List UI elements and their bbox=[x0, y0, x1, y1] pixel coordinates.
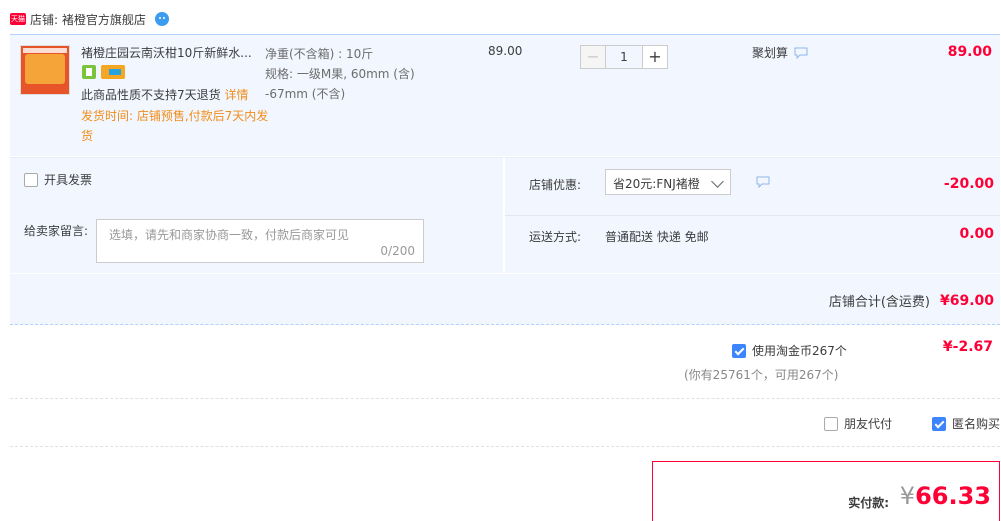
shipping-fee: 0.00 bbox=[959, 226, 994, 242]
sku-info: 净重(不含箱) : 10斤 规格: 一级M果, 60mm (含) -67mm (… bbox=[265, 47, 415, 101]
increase-quantity-button[interactable]: + bbox=[642, 45, 668, 69]
message-icon[interactable] bbox=[756, 176, 770, 188]
invoice-option[interactable]: 开具发票 bbox=[24, 171, 92, 188]
chevron-down-icon bbox=[711, 175, 724, 188]
divider bbox=[505, 215, 1000, 216]
tmall-badge: 天猫 bbox=[10, 13, 26, 25]
product-title[interactable]: 褚橙庄园云南沃柑10斤新鲜水... bbox=[81, 44, 261, 61]
shop-total-amount: ¥69.00 bbox=[939, 292, 994, 309]
return-policy-note: 此商品性质不支持7天退货 详情 bbox=[81, 88, 249, 102]
divider bbox=[10, 446, 1000, 447]
invoice-checkbox[interactable] bbox=[24, 172, 38, 187]
order-options-right: 店铺优惠: 省20元:FNJ褚橙 -20.00 运送方式: 普通配送 快递 免邮… bbox=[505, 157, 1000, 273]
memo-label: 给卖家留言: bbox=[24, 224, 89, 238]
details-link[interactable]: 详情 bbox=[224, 88, 248, 102]
coins-checkbox[interactable] bbox=[732, 343, 746, 358]
quantity-input[interactable]: 1 bbox=[606, 45, 642, 69]
pay-label: 实付款: bbox=[848, 496, 889, 510]
friend-pay-checkbox[interactable] bbox=[824, 416, 838, 431]
divider bbox=[10, 398, 1000, 399]
message-icon[interactable] bbox=[794, 47, 808, 59]
wangwang-chat-icon[interactable] bbox=[154, 11, 170, 27]
anonymous-purchase-option[interactable]: 匿名购买 bbox=[932, 415, 1000, 432]
item-subtotal: 89.00 bbox=[947, 44, 992, 60]
memo-placeholder: 选填，请先和商家协商一致，付款后商家可见 bbox=[109, 228, 350, 242]
product-thumbnail[interactable] bbox=[20, 45, 70, 95]
pay-amount: 66.33 bbox=[915, 482, 991, 510]
coins-note: (你有25761个，可用267个) bbox=[684, 368, 839, 382]
promotion: 聚划算 bbox=[752, 44, 808, 61]
use-coins-option[interactable]: 使用淘金币267个 bbox=[732, 342, 847, 359]
credit-card-icon bbox=[101, 65, 125, 79]
coins-discount: ¥-2.67 bbox=[942, 339, 993, 355]
quantity-stepper: − 1 + bbox=[580, 45, 668, 69]
unit-price: 89.00 bbox=[488, 44, 523, 58]
shop-coupon-label: 店铺优惠: bbox=[529, 178, 582, 192]
payment-summary: 实付款: ¥ 66.33 bbox=[652, 461, 1000, 521]
shop-coupon-select[interactable]: 省20元:FNJ褚橙 bbox=[605, 169, 731, 195]
shop-total: 店铺合计(含运费) ¥69.00 bbox=[828, 292, 994, 311]
shop-total-row: 店铺合计(含运费) ¥69.00 bbox=[10, 274, 1000, 325]
ship-time-note: 发货时间: 店铺预售,付款后7天内发货 bbox=[81, 109, 269, 143]
seller-memo-input[interactable]: 选填，请先和商家协商一致，付款后商家可见 0/200 bbox=[96, 219, 424, 263]
service-guarantee-icon bbox=[82, 65, 96, 79]
order-options-left: 开具发票 给卖家留言: 选填，请先和商家协商一致，付款后商家可见 0/200 bbox=[10, 157, 503, 273]
shop-name[interactable]: 店铺: 褚橙官方旗舰店 bbox=[30, 11, 146, 28]
shipping-label: 运送方式: bbox=[529, 230, 582, 244]
shop-discount: -20.00 bbox=[943, 176, 994, 192]
currency-symbol: ¥ bbox=[899, 482, 915, 510]
shop-header: 天猫 店铺: 褚橙官方旗舰店 bbox=[10, 8, 170, 30]
shipping-method: 普通配送 快递 免邮 bbox=[605, 230, 709, 244]
anonymous-checkbox[interactable] bbox=[932, 416, 946, 431]
decrease-quantity-button[interactable]: − bbox=[580, 45, 606, 69]
memo-char-count: 0/200 bbox=[380, 244, 415, 258]
order-item: 褚橙庄园云南沃柑10斤新鲜水... 此商品性质不支持7天退货 详情 发货时间: … bbox=[10, 34, 1000, 156]
friend-pay-option[interactable]: 朋友代付 bbox=[824, 415, 892, 432]
